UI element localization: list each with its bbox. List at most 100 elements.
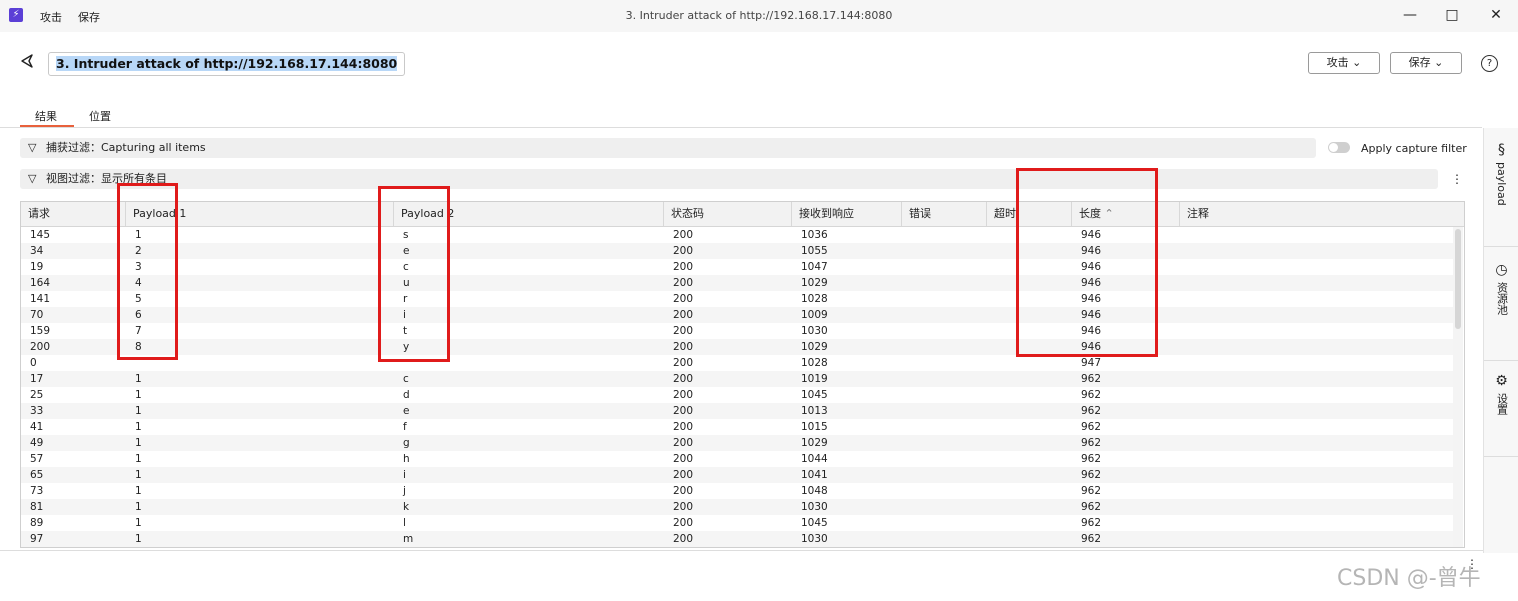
cell-status: 200 [673, 261, 694, 273]
table-row[interactable]: 73 1 j 200 1048 962 [21, 483, 1453, 499]
cell-comment [1180, 355, 1453, 371]
cell-request: 33 [30, 405, 44, 417]
cell-error [902, 339, 987, 355]
maximize-icon[interactable]: □ [1442, 6, 1462, 24]
apply-capture-filter-toggle[interactable] [1328, 142, 1350, 153]
table-row[interactable]: 0 200 1028 947 [21, 355, 1453, 371]
cell-error [902, 531, 987, 547]
cell-response-received: 1029 [801, 277, 828, 289]
cell-comment [1180, 227, 1453, 243]
sidebar-item-settings[interactable]: ⚙ 设置 [1484, 373, 1518, 415]
cell-comment [1180, 483, 1453, 499]
cell-timeout [987, 451, 1072, 467]
scrollbar-thumb[interactable] [1455, 229, 1461, 329]
capture-filter-label: 捕获过滤 [46, 141, 90, 154]
bottom-divider [0, 550, 1483, 551]
view-filter-bar[interactable]: ▽ 视图过滤：显示所有条目 [20, 169, 1438, 189]
tab-results[interactable]: 结果 [35, 108, 57, 124]
gear-icon: ⚙ [1495, 373, 1508, 389]
cell-request: 159 [30, 325, 51, 337]
cell-status: 200 [673, 357, 694, 369]
cell-payload1: 1 [135, 453, 142, 465]
cell-request: 73 [30, 485, 44, 497]
save-dropdown-button[interactable]: 保存 ⌄ [1390, 52, 1462, 74]
save-button-label: 保存 [1408, 56, 1431, 69]
cell-payload1: 1 [135, 485, 142, 497]
cell-request: 25 [30, 389, 44, 401]
cell-error [902, 419, 987, 435]
cell-comment [1180, 419, 1453, 435]
cell-response-received: 1036 [801, 229, 828, 241]
attack-title-text: 3. Intruder attack of http://192.168.17.… [56, 56, 398, 71]
more-options-icon[interactable]: ⋮ [1451, 172, 1463, 186]
table-row[interactable]: 81 1 k 200 1030 962 [21, 499, 1453, 515]
table-row[interactable]: 49 1 g 200 1029 962 [21, 435, 1453, 451]
table-row[interactable]: 141 5 r 200 1028 946 [21, 291, 1453, 307]
sidebar-item-payload[interactable]: § payload [1484, 142, 1518, 206]
table-row[interactable]: 97 1 m 200 1030 962 [21, 531, 1453, 547]
cell-comment [1180, 435, 1453, 451]
cell-length: 962 [1081, 437, 1102, 449]
cell-status: 200 [673, 437, 694, 449]
cell-payload1: 1 [135, 405, 142, 417]
chevron-down-icon: ⌄ [1434, 56, 1444, 69]
table-row[interactable]: 17 1 c 200 1019 962 [21, 371, 1453, 387]
vertical-scrollbar[interactable] [1453, 227, 1463, 547]
cell-error [902, 275, 987, 291]
attack-dropdown-button[interactable]: 攻击 ⌄ [1308, 52, 1380, 74]
attack-title-field[interactable]: 3. Intruder attack of http://192.168.17.… [48, 52, 406, 76]
minimize-icon[interactable]: — [1400, 6, 1420, 24]
cell-comment [1180, 403, 1453, 419]
cell-request: 65 [30, 469, 44, 481]
table-row[interactable]: 145 1 s 200 1036 946 [21, 227, 1453, 243]
help-icon[interactable]: ? [1481, 55, 1498, 72]
cell-response-received: 1028 [801, 357, 828, 369]
table-header: 请求 Payload 1 Payload 2 状态码 接收到响应 错误 超时 长… [21, 202, 1464, 227]
table-row[interactable]: 34 2 e 200 1055 946 [21, 243, 1453, 259]
table-row[interactable]: 57 1 h 200 1044 962 [21, 451, 1453, 467]
table-row[interactable]: 41 1 f 200 1015 962 [21, 419, 1453, 435]
cell-status: 200 [673, 501, 694, 513]
cell-status: 200 [673, 469, 694, 481]
view-filter-label: 视图过滤 [46, 172, 90, 185]
table-row[interactable]: 164 4 u 200 1029 946 [21, 275, 1453, 291]
back-icon[interactable] [20, 53, 36, 69]
cell-status: 200 [673, 293, 694, 305]
table-row[interactable]: 19 3 c 200 1047 946 [21, 259, 1453, 275]
cell-request: 34 [30, 245, 44, 257]
table-row[interactable]: 159 7 t 200 1030 946 [21, 323, 1453, 339]
table-row[interactable]: 33 1 e 200 1013 962 [21, 403, 1453, 419]
cell-status: 200 [673, 309, 694, 321]
attack-button-label: 攻击 [1326, 56, 1349, 69]
table-row[interactable]: 25 1 d 200 1045 962 [21, 387, 1453, 403]
cell-comment [1180, 387, 1453, 403]
highlight-box-length [1016, 168, 1158, 357]
cell-payload2: j [403, 485, 406, 497]
cell-length: 962 [1081, 469, 1102, 481]
col-status[interactable]: 状态码 [664, 202, 792, 226]
cell-status: 200 [673, 229, 694, 241]
close-icon[interactable]: ✕ [1486, 6, 1506, 24]
table-row[interactable]: 70 6 i 200 1009 946 [21, 307, 1453, 323]
cell-timeout [987, 531, 1072, 547]
cell-request: 19 [30, 261, 44, 273]
cell-timeout [987, 403, 1072, 419]
cell-request: 0 [30, 357, 37, 369]
table-row[interactable]: 200 8 y 200 1029 946 [21, 339, 1453, 355]
chevron-down-icon: ⌄ [1352, 56, 1362, 69]
cell-payload1: 1 [135, 373, 142, 385]
col-comment[interactable]: 注释 [1180, 202, 1464, 226]
table-row[interactable]: 89 1 l 200 1045 962 [21, 515, 1453, 531]
sidebar-item-resource-pool[interactable]: ◷ 资源池 [1484, 262, 1518, 315]
table-row[interactable]: 65 1 i 200 1041 962 [21, 467, 1453, 483]
col-response-received[interactable]: 接收到响应 [792, 202, 902, 226]
capture-filter-bar[interactable]: ▽ 捕获过滤：Capturing all items [20, 138, 1316, 158]
tab-positions[interactable]: 位置 [89, 108, 111, 124]
col-request[interactable]: 请求 [21, 202, 126, 226]
cell-response-received: 1055 [801, 245, 828, 257]
cell-status: 200 [673, 277, 694, 289]
section-icon: § [1498, 142, 1505, 158]
col-error[interactable]: 错误 [902, 202, 987, 226]
cell-timeout [987, 387, 1072, 403]
cell-status: 200 [673, 453, 694, 465]
